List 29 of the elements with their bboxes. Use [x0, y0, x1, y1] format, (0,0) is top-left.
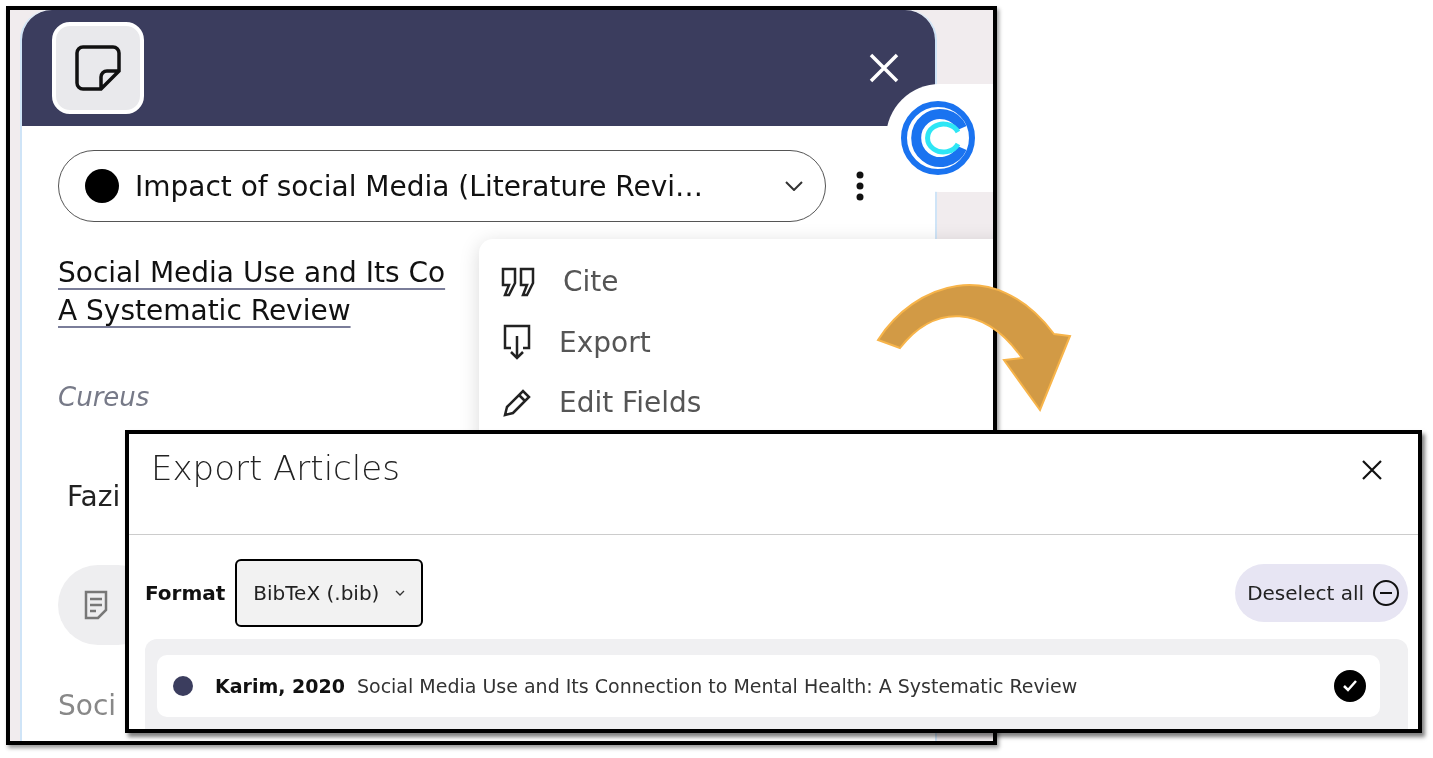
article-title-link[interactable]: A Systematic Review [58, 292, 351, 330]
format-label: Format [145, 581, 226, 605]
dialog-title: Export Articles [151, 448, 400, 488]
quote-icon [501, 266, 537, 297]
note-button[interactable] [52, 22, 144, 114]
collection-select[interactable]: Impact of social Media (Literature Revi… [58, 150, 826, 222]
section-heading: Soci [58, 689, 117, 722]
checkbox[interactable] [1334, 670, 1366, 702]
deselect-all-button[interactable]: Deselect all [1235, 564, 1408, 622]
logo-icon [900, 100, 976, 176]
minus-circle-icon [1372, 579, 1400, 607]
extension-button[interactable] [886, 84, 993, 192]
authors-text: Fazi [67, 480, 121, 513]
chevron-down-icon [395, 590, 406, 596]
article-row[interactable]: Karim, 2020 Social Media Use and Its Connection to Mental Health: A Systematic Review [157, 655, 1380, 717]
article-title-link[interactable]: Social Media Use and Its Co [58, 254, 446, 292]
article-title: Social Media Use and Its Connection to Mental Health: A Systematic Review [356, 675, 1078, 697]
journal-name: Cureus [58, 382, 150, 412]
checkmark-icon [1343, 680, 1357, 692]
more-options-button[interactable] [856, 171, 864, 201]
author-year: Karim, 2020 [215, 675, 345, 697]
download-icon [501, 324, 533, 360]
chevron-down-icon [785, 181, 803, 191]
format-select[interactable]: BibTeX (.bib) [235, 559, 424, 627]
menu-item[interactable]: Export [501, 324, 651, 360]
sticky-note-icon [73, 43, 123, 93]
close-button[interactable] [1362, 460, 1382, 480]
menu-item[interactable]: Cite [501, 265, 619, 298]
menu-item[interactable]: Edit Fields [501, 386, 702, 419]
